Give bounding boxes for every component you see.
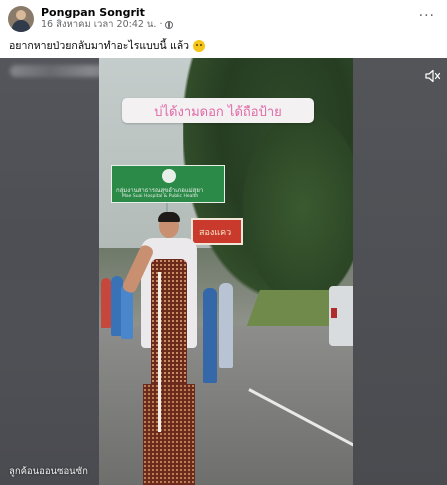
avatar[interactable] bbox=[8, 6, 34, 32]
overlay-text: บ่ได้งามดอก ได้ถือป้าย bbox=[154, 105, 282, 120]
green-sign-line2: Mae Suai Hospital & Public Health bbox=[122, 194, 199, 199]
facebook-post: Pongpan Songrit 16 สิงหาคม เวลา 20:42 น.… bbox=[0, 0, 447, 485]
video-frame: กลุ่มงานสาธารณสุขอำเภอแม่สุยา Mae Suai H… bbox=[99, 58, 353, 485]
smiling-face-emoji-icon bbox=[193, 39, 206, 52]
green-road-sign: กลุ่มงานสาธารณสุขอำเภอแม่สุยา Mae Suai H… bbox=[111, 165, 225, 203]
post-header: Pongpan Songrit 16 สิงหาคม เวลา 20:42 น.… bbox=[8, 5, 174, 33]
caption-text: อยากหายป่วยกลับมาทำอะไรแบบนี้ แล้ว bbox=[9, 40, 190, 52]
video-blur-left bbox=[0, 58, 99, 485]
main-person bbox=[121, 212, 209, 485]
author-name[interactable]: Pongpan Songrit bbox=[41, 7, 173, 20]
video-watermark: ลูกค้อนออนซอนซัก bbox=[9, 466, 88, 477]
separator-dot: · bbox=[159, 18, 163, 30]
emblem-icon bbox=[162, 169, 176, 183]
video-blur-right bbox=[353, 58, 447, 485]
post-caption: อยากหายป่วยกลับมาทำอะไรแบบนี้ แล้ว bbox=[9, 37, 206, 54]
pickup-truck bbox=[329, 286, 353, 346]
video-text-overlay: บ่ได้งามดอก ได้ถือป้าย bbox=[122, 98, 314, 123]
speaker-muted-icon[interactable] bbox=[425, 69, 441, 83]
video-player[interactable]: กลุ่มงานสาธารณสุขอำเภอแม่สุยา Mae Suai H… bbox=[0, 58, 447, 485]
more-options-button[interactable]: ··· bbox=[419, 8, 435, 24]
sign-stick bbox=[158, 272, 161, 432]
post-timestamp[interactable]: 16 สิงหาคม เวลา 20:42 น. bbox=[41, 19, 156, 31]
globe-icon bbox=[165, 21, 174, 30]
